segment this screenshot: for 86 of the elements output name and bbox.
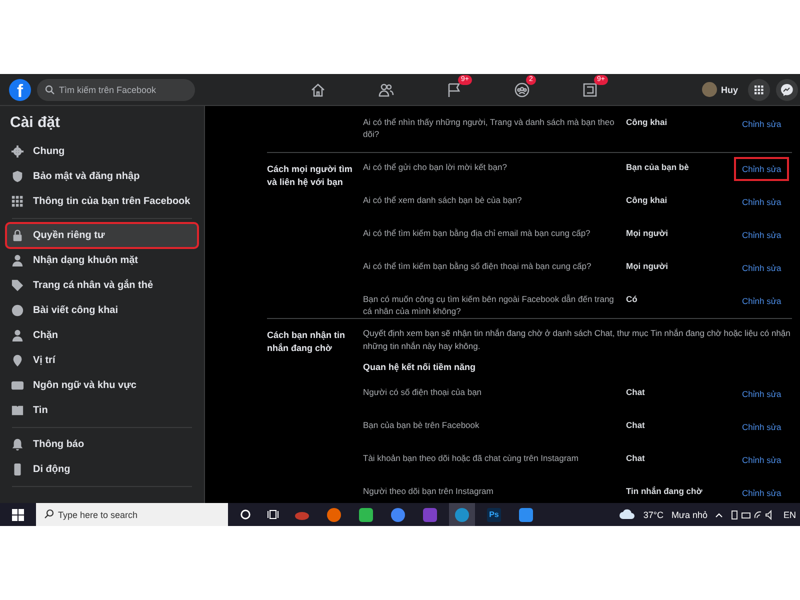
edit-link[interactable]: Chỉnh sửa <box>734 448 790 472</box>
setting-question: Bạn của bạn bè trên Facebook <box>363 419 480 431</box>
tag-icon <box>11 279 24 292</box>
search-field[interactable]: Tìm kiếm trên Facebook <box>37 78 195 100</box>
messenger-icon[interactable] <box>776 78 798 100</box>
sidebar-item[interactable]: Ngôn ngữ và khu vực <box>6 373 198 398</box>
taskbar-app[interactable]: Ps <box>481 503 507 526</box>
edit-link[interactable]: Chỉnh sửa <box>734 190 790 214</box>
sidebar-title: Cài đặt <box>9 113 62 133</box>
setting-question: Tài khoản bạn theo dõi hoặc đã chat cùng trên Instagram <box>363 452 580 464</box>
setting-value: Tin nhắn đang chờ <box>626 485 704 497</box>
language-indicator[interactable]: EN <box>783 510 796 520</box>
setting-question: Ai có thể tìm kiếm bạn bằng địa chỉ email mà bạn cung cấp? <box>363 227 592 239</box>
bell-icon <box>11 438 24 451</box>
edit-link[interactable]: Chỉnh sửa <box>734 289 790 313</box>
setting-question: Bạn có muốn công cụ tìm kiếm bên ngoài Facebook dẫn đến trang cá nhân của mình không? <box>363 293 615 317</box>
setting-question: Người có số điện thoại của bạn <box>363 386 483 398</box>
edit-link[interactable]: Chỉnh sửa <box>734 415 790 439</box>
app-icon <box>327 508 341 522</box>
sidebar-item[interactable]: Vị trí <box>6 348 198 373</box>
setting-question: Ai có thể nhìn thấy những người, Trang và danh sách mà bạn theo dõi? <box>363 116 616 140</box>
menu-grid-icon[interactable] <box>748 78 770 100</box>
chevron-up-icon[interactable] <box>715 512 724 518</box>
temperature: 37°C <box>643 510 664 520</box>
task-view-icon[interactable] <box>267 509 279 520</box>
edit-link[interactable]: Chỉnh sửa <box>734 382 790 406</box>
sidebar-item[interactable]: Tin <box>6 398 198 423</box>
group-icon[interactable] <box>514 82 530 98</box>
app-icon <box>423 508 437 522</box>
profile-button[interactable]: Huy <box>698 80 742 99</box>
sidebar-item[interactable]: Chặn <box>6 323 198 348</box>
edit-link[interactable]: Chỉnh sửa <box>734 223 790 247</box>
flag-icon[interactable] <box>446 82 462 98</box>
app-icon <box>359 508 373 522</box>
sidebar-item[interactable]: Trang cá nhân và gắn thẻ <box>6 273 198 298</box>
setting-question: Người theo dõi bạn trên Instagram <box>363 485 494 497</box>
lock-icon <box>11 229 24 242</box>
edit-link[interactable]: Chỉnh sửa <box>734 112 790 136</box>
setting-question: Ai có thể xem danh sách bạn bè của bạn? <box>363 194 523 206</box>
edit-link[interactable]: Chỉnh sửa <box>734 481 790 503</box>
section-label: Cách bạn nhận tin nhắn đang chờ <box>267 330 346 353</box>
edit-link[interactable]: Chỉnh sửa <box>734 157 790 181</box>
weather-text: Mưa nhỏ <box>671 510 708 520</box>
sidebar-item[interactable]: Bài viết công khai <box>6 298 198 323</box>
avatar-icon <box>702 82 717 97</box>
windows-start-icon[interactable] <box>12 508 24 520</box>
friends-icon[interactable] <box>378 82 394 98</box>
setting-value: Chat <box>626 386 646 398</box>
grid-icon <box>11 195 24 208</box>
sidebar-item[interactable]: Di động <box>6 457 198 482</box>
sidebar-item[interactable]: Bảo mật và đăng nhập <box>6 164 198 189</box>
app-icon <box>455 508 469 522</box>
app-icon: Ps <box>487 508 501 522</box>
setting-value: Chat <box>626 452 646 464</box>
taskbar-search-field[interactable]: Type here to search <box>36 503 228 526</box>
sidebar-item[interactable]: Thông tin của bạn trên Facebook <box>6 189 198 214</box>
pin-icon <box>11 354 24 367</box>
section-subheading: Quan hệ kết nối tiềm năng <box>363 361 477 374</box>
edit-link[interactable]: Chỉnh sửa <box>734 256 790 280</box>
setting-value: Chat <box>626 419 646 431</box>
setting-value: Công khai <box>626 194 668 206</box>
facebook-logo[interactable]: f <box>9 78 31 100</box>
app-icon <box>519 508 533 522</box>
setting-value: Có <box>626 293 638 305</box>
setting-value: Công khai <box>626 116 668 128</box>
cloud-rain-icon <box>619 509 636 520</box>
search-icon <box>45 84 55 94</box>
setting-question: Ai có thể gửi cho bạn lời mời kết bạn? <box>363 161 508 173</box>
taskbar-app[interactable] <box>449 503 475 526</box>
setting-question: Ai có thể tìm kiếm bạn bằng số điện thoại mà bạn cung cấp? <box>363 260 592 272</box>
sidebar-item[interactable]: Quyền riêng tư <box>6 223 198 248</box>
section-description: Quyết định xem bạn sẽ nhận tin nhắn đang chờ ở danh sách Chat, thư mục Tin nhắn đang chờ hoặc liệu có nhận những tin nhắn này hay không. <box>363 327 792 353</box>
section-label: Cách mọi người tìm và liên hệ với bạn <box>267 164 352 187</box>
setting-value: Mọi người <box>626 227 669 239</box>
sidebar-item[interactable]: Chung <box>6 139 198 164</box>
app-icon <box>391 508 405 522</box>
setting-value: Mọi người <box>626 260 669 272</box>
person-icon <box>11 254 24 267</box>
person-icon <box>11 329 24 342</box>
sidebar-item[interactable]: Nhận dạng khuôn mặt <box>6 248 198 273</box>
circle-icon[interactable] <box>240 509 251 520</box>
search-icon <box>44 509 54 519</box>
setting-value: Bạn của bạn bè <box>626 161 690 173</box>
home-icon[interactable] <box>310 82 326 98</box>
sidebar-item[interactable]: Thông báo <box>6 432 198 457</box>
shield-icon <box>11 170 24 183</box>
